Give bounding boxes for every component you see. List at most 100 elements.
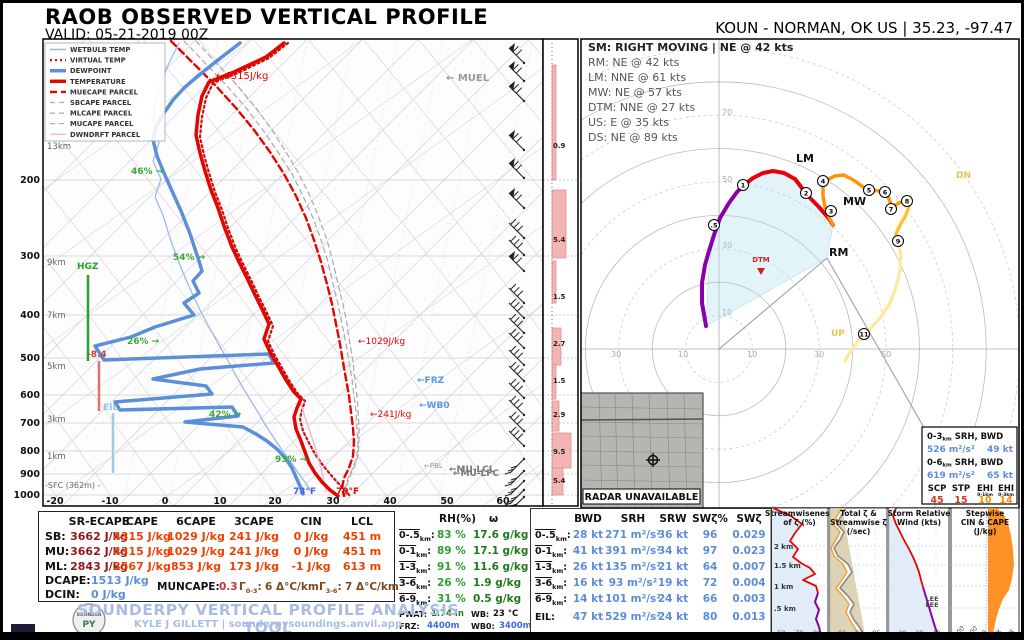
bwd-value: 49 kt [987,445,1014,455]
kin-value: 97 [703,546,718,557]
station-label: KOUN - NORMAN, OK US | 35.23, -97.47 [715,19,1013,37]
panel-ylabel: 2 km [774,543,793,551]
kin-value: 0.004 [732,578,765,589]
kin-row-label: 3-6km: [535,578,567,593]
panel-title: Total ζ & [840,509,877,518]
stats-value: 241 J/kg [229,546,279,557]
srh-box-row-label: 0-6km SRH, BWD [927,458,1003,469]
pressure-tick: 900 [20,469,40,480]
footer-author: KYLE J GILLETT | sounderpysoundings.anvi… [53,619,483,630]
panel-title: Storm Relative [888,509,951,518]
index-value: 14 [999,495,1013,506]
hodo-info-line: MW: NE @ 57 kts [588,86,682,99]
omega-bar [552,190,566,258]
annotation: 42% → [209,410,242,420]
radar-inset: RADAR UNAVAILABLE [581,393,703,508]
height-marker-label: 1 [741,181,746,189]
kin-value: 0.013 [732,612,765,623]
height-marker-label: 3 [829,207,834,215]
kin-value: 529 m²/s² [605,612,661,623]
dcin-value: 0 J/kg [91,589,126,600]
stats-value: 4315 J/kg [113,546,171,557]
srh-value: 619 m²/s² [927,471,975,481]
kin-row-label: 6-9km: [535,594,567,609]
annotation: 46% → [131,167,164,177]
rh-value: 89 % [437,546,466,557]
kin-value: 64 [703,562,718,573]
legend-label: VIRTUAL TEMP [70,57,126,65]
kin-header: SWζ [736,514,761,525]
height-label: 3km [47,415,66,425]
ring-label: 30 [611,350,621,359]
stats-value: 0 J/kg [294,546,329,557]
annotation: ←MU-LFC [453,469,499,479]
srh-summary-box: 0-3km SRH, BWD526 m²/s²49 kt0-6km SRH, B… [922,427,1017,506]
annotation: ←1029J/kg [358,337,405,347]
valid-timestamp: VALID: 05-21-2019 00Z [45,27,208,43]
annotation: 26% → [127,337,160,347]
kin-value: 271 m²/s² [605,530,661,541]
kin-value: 93 m²/s² [609,578,658,589]
rh-row-label: 3-6km: [399,578,431,593]
height-marker-label: .5 [711,221,718,229]
panel-streamwiseness: Streamwisenessof ζ (%)5070902 km1.5 km1 … [765,508,835,640]
kinematics-table: BWDSRHSRWSWζ%SWζ0-.5km:28 kt271 m²/s²36 … [530,508,772,640]
kin-value: 96 [703,530,718,541]
stats-header: CAPE [126,516,158,527]
stats-header: SR-ECAPE [69,516,130,527]
index-header: STP [952,484,970,494]
kin-header: SWζ% [692,514,728,525]
omega-value: 17.6 g/kg [473,530,528,541]
rh-row-label: 0-.5km: [399,530,435,545]
gamma2-label: Γ3-6: [319,582,342,597]
height-label: 5km [47,362,66,372]
legend-label: MUECAPE PARCEL [70,88,139,96]
radar-unavailable-label: RADAR UNAVAILABLE [585,492,699,503]
annotation: ← MUEL [446,73,490,84]
omega-header: ω [489,514,498,525]
stats-value: 451 m [343,546,381,557]
annotation: EIL [103,403,118,413]
kin-row-label: 0-.5km: [535,530,571,545]
annotation: 54% → [173,253,206,263]
pressure-tick: 200 [20,175,40,186]
panel-title: Wind (kts) [897,518,941,527]
height-marker-label: 4 [821,177,826,185]
omega-value: 11.6 g/kg [473,562,528,573]
panel-stepwise-cin-cape: StepwiseCIN & CAPE(J/kg)-200-10002k4k [951,508,1019,640]
kin-value: 26 kt [573,562,603,573]
dtm-label: DTM [752,256,770,264]
kin-value: 24 kt [658,612,688,623]
legend-label: DWNDRFT PARCEL [70,131,141,139]
height-marker-label: 11 [859,330,869,338]
srh-box-row-label: 0-3km SRH, BWD [927,432,1003,443]
annotation: -SFC (362m) - [45,481,101,490]
omega-bar-label: 1.5 [553,293,566,301]
stats-header: CIN [300,516,321,527]
kin-value: 135 m²/s² [605,562,661,573]
stats-value: 853 J/kg [171,561,221,572]
panel-title: (J/kg) [974,527,997,536]
omega-bar-label: 2.7 [553,340,566,348]
skewt-legend: WETBULB TEMPVIRTUAL TEMPDEWPOINTTEMPERAT… [45,43,165,141]
pressure-tick: 400 [20,310,40,321]
kin-value: 391 m²/s² [605,546,661,557]
height-marker-label: 5 [867,186,872,194]
kin-value: 28 kt [573,530,603,541]
height-label: 13km [47,142,71,152]
wb-value: 23 °C [493,609,518,620]
stats-value: 613 m [343,561,381,572]
motion-label-mw: MW [843,195,866,208]
dcin-label: DCIN: [45,589,80,600]
rh-value: 91 % [437,562,466,573]
panel-title: of ζ (%) [783,518,815,527]
muncape-value: 0.3 [219,582,238,593]
rh-row-label: 0-1km: [399,546,431,561]
gamma1-label: Γ0-3: [239,582,262,597]
motion-label-dn: DN [956,171,971,181]
hodo-info-line: DTM: NNE @ 27 kts [588,101,695,114]
index-value: 15 [954,495,967,506]
stats-value: 1029 J/kg [167,546,225,557]
hodo-info-line: LM: NNE @ 61 kts [588,71,686,84]
stats-value: -1 J/kg [291,561,330,572]
